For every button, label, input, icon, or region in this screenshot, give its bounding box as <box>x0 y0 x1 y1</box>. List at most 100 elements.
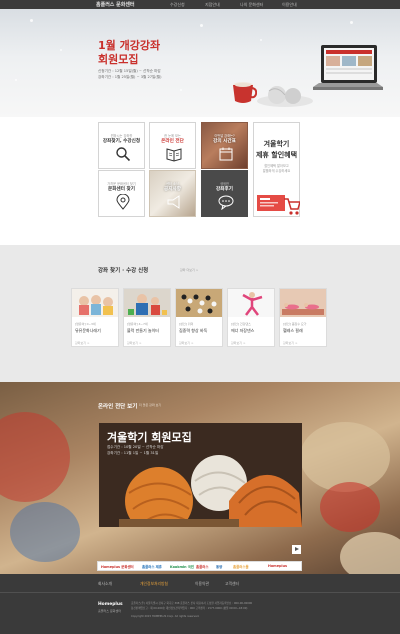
quick-search-course[interactable]: 원하시는 강좌를 강좌찾기, 수강신청 <box>98 122 145 169</box>
partner-logo[interactable]: 동양 <box>216 564 222 569</box>
snow-particle <box>260 39 262 41</box>
discount-title-line1: 겨울학기 <box>263 140 290 148</box>
quick-search-label: 강좌찾기, 수강신청 <box>102 139 141 144</box>
course-name: 헬레스 필래 <box>283 328 303 333</box>
course-link[interactable]: 강좌보기 > <box>179 341 194 345</box>
quick-schedule[interactable]: 이번달 강좌는? 강의 시간표 <box>201 122 248 169</box>
laptop-illustration <box>313 45 383 90</box>
course-card[interactable]: [영유아] 4~7세 블럭 만들기 놀이터 강좌보기 > <box>123 288 171 347</box>
course-category: [성인] 몸장수 요가 <box>283 322 307 326</box>
course-more-link[interactable]: 강좌 더보기 > <box>180 268 198 272</box>
flyer-video-player[interactable]: 겨울학기 회원모집 접수기간 : 10월 20일 ~ 선착순 마감 강좌기간 :… <box>99 423 302 527</box>
red-mug-illustration <box>233 82 257 103</box>
nav-item-apply[interactable]: 수강신청 <box>170 2 185 8</box>
toy-blur <box>0 412 70 502</box>
course-name: 집중력 향상 바둑 <box>179 328 208 333</box>
footer-link-company[interactable]: 회사소개 <box>98 581 112 587</box>
footer-link-privacy[interactable]: 개인정보처리방침 <box>140 581 168 587</box>
footer-link-terms[interactable]: 이용약관 <box>195 581 209 587</box>
toy-blur <box>10 502 80 562</box>
course-thumbnail <box>72 289 118 317</box>
toy-blur <box>320 482 380 532</box>
quick-center-label: 문화센터 찾기 <box>108 187 135 192</box>
course-thumbnail <box>124 289 170 317</box>
online-flyer-title: 온라인 전단 보기 <box>98 404 138 410</box>
cart-icon <box>257 195 300 215</box>
toy-blur <box>340 532 400 574</box>
book-icon <box>166 148 182 162</box>
quick-schedule-label: 강의 시간표 <box>213 139 236 144</box>
nav-item-my-center[interactable]: 나의 문화센터 <box>240 2 263 8</box>
play-button[interactable] <box>292 545 301 554</box>
course-card[interactable]: [성인] 취미 집중력 향상 바둑 강좌보기 > <box>175 288 223 347</box>
course-thumbnail <box>280 289 326 317</box>
course-thumbnail <box>228 289 274 317</box>
course-link[interactable]: 강좌보기 > <box>75 341 90 345</box>
course-link[interactable]: 강좌보기 > <box>231 341 246 345</box>
quick-review-label: 강좌후기 <box>216 187 233 192</box>
course-thumbnail <box>176 289 222 317</box>
quick-review[interactable]: 생생한 강좌후기 <box>201 170 248 217</box>
snow-particle <box>60 49 62 51</box>
online-flyer-more[interactable]: 더 많은 강좌 보기 <box>139 403 161 407</box>
partner-logo[interactable]: 홈플러스몰 <box>233 564 249 569</box>
quick-discount[interactable]: 겨울학기 제휴 할인혜택 할인혜택 알아보고 알뜰하게 수강하세요 <box>253 122 300 217</box>
top-navigation: 홈플러스 문화센터 수강신청 지점안내 나의 문화센터 이용안내 <box>0 0 400 9</box>
footer-link-support[interactable]: 고객센터 <box>225 581 239 587</box>
footer-logo-sub: 홈플러스 문화센터 <box>98 609 122 613</box>
course-category: [성인] 취미 <box>179 322 194 326</box>
quick-notice-label: 공지사항 <box>164 187 181 192</box>
partner-logo[interactable]: 홈플러스 <box>196 564 208 569</box>
snow-particle <box>180 89 182 91</box>
snow-particle <box>200 24 203 27</box>
footer-logo: Homeplus <box>98 602 123 607</box>
hero-period-course: 강좌기간 : 1월 25일(월) ~ 3월 27일(월) <box>98 75 162 79</box>
hero-period-apply: 신청기간 : 12월 15일(월) ~ 선착순 마감 <box>98 69 161 73</box>
partner-logo[interactable]: Kookmin 국민 <box>170 564 194 569</box>
course-card[interactable]: [영유아] 0~3세 뮤뮤문화나래기 강좌보기 > <box>71 288 119 347</box>
partner-logo[interactable]: Homeplus <box>268 564 287 568</box>
partner-logo[interactable]: 홈플러스 제휴 <box>142 564 162 569</box>
discount-title-line2: 제휴 할인혜택 <box>255 151 298 159</box>
course-name: 에너 저장댄스 <box>231 328 255 333</box>
footer: 회사소개 개인정보처리방침 이용약관 고객센터 Homeplus 홈플러스 문화… <box>0 574 400 634</box>
course-section-title: 강좌 찾기 · 수강 신청 <box>98 268 149 274</box>
yarn-illustration <box>257 86 313 107</box>
course-card[interactable]: [성인] 몸장수 요가 헬레스 필래 강좌보기 > <box>279 288 327 347</box>
brand-logo[interactable]: 홈플러스 문화센터 <box>96 1 135 8</box>
chat-icon <box>218 195 234 210</box>
snow-particle <box>350 21 353 24</box>
course-card[interactable]: [성인] 건강댄스 에너 저장댄스 강좌보기 > <box>227 288 275 347</box>
course-link[interactable]: 강좌보기 > <box>283 341 298 345</box>
discount-sub-line2: 알뜰하게 수강하세요 <box>262 169 291 173</box>
course-link[interactable]: 강좌보기 > <box>127 341 142 345</box>
footer-divider <box>0 592 400 593</box>
partner-logo[interactable]: Homeplus 문화센터 <box>101 564 134 569</box>
quick-online-flyer[interactable]: 한 눈에 보는 온라인 전단 <box>149 122 196 169</box>
snow-particle <box>15 79 17 81</box>
hero-title-line2: 회원모집 <box>98 53 139 66</box>
nav-item-guide[interactable]: 이용안내 <box>282 2 297 8</box>
course-name: 뮤뮤문화나래기 <box>75 328 101 333</box>
partner-logo-bar: Homeplus 문화센터 홈플러스 제휴 Kookmin 국민 홈플러스 동양… <box>97 561 302 571</box>
footer-copyright: Copyright 2015 HOMEPLUS Corp. All rights… <box>131 615 200 618</box>
video-title: 겨울학기 회원모집 <box>107 431 192 444</box>
location-icon <box>116 194 130 210</box>
course-category: [영유아] 4~7세 <box>127 322 148 326</box>
nav-item-branches[interactable]: 지점안내 <box>205 2 220 8</box>
course-name: 블럭 만들기 놀이터 <box>127 328 159 333</box>
quick-notice[interactable]: 센터 소식 공지사항 <box>149 170 196 217</box>
course-category: [성인] 건강댄스 <box>231 322 251 326</box>
quick-flyer-label: 온라인 전단 <box>161 139 184 144</box>
quick-find-center[interactable]: 가까운 문화센터 찾기 문화센터 찾기 <box>98 170 145 217</box>
megaphone-icon <box>167 195 180 209</box>
calendar-icon <box>219 147 233 161</box>
course-category: [영유아] 0~3세 <box>75 322 96 326</box>
hero-banner[interactable]: 1월 개강강좌 회원모집 신청기간 : 12월 15일(월) ~ 선착순 마감 … <box>0 9 400 117</box>
video-line2: 강좌기간 : 11월 1일 ~ 1월 31일 <box>107 451 159 455</box>
video-line1: 접수기간 : 10월 20일 ~ 선착순 마감 <box>107 445 164 449</box>
footer-address-line: 홈플러스(주) 서울특별시 강서구 화곡로 398 홈플러스 본사 대표이사 도… <box>131 602 253 605</box>
snow-particle <box>30 19 33 22</box>
search-icon <box>116 147 131 162</box>
footer-address-line: 통신판매업신고 : 제 00-000호 개인정보관리책임자 : 000 고객센터… <box>131 607 248 610</box>
